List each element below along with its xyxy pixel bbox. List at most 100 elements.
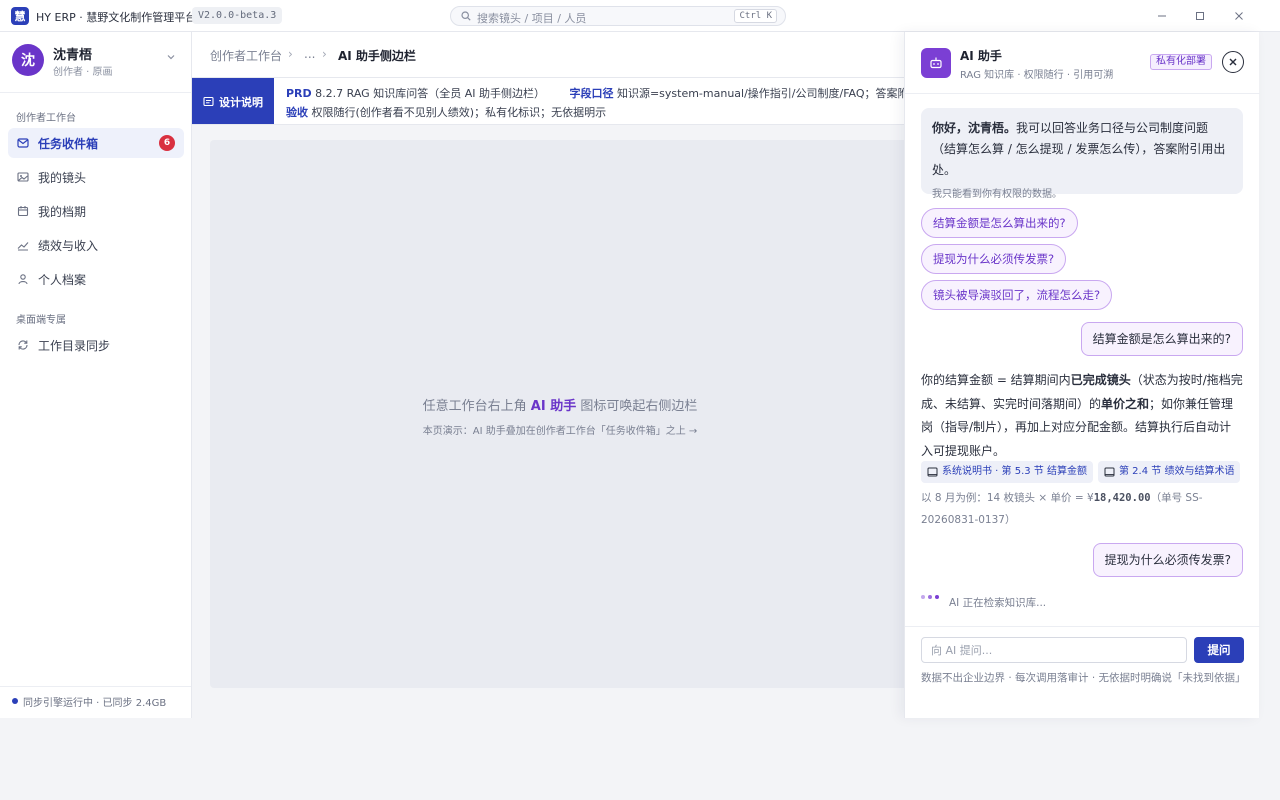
canvas-hint: 任意工作台右上角 AI 助手 图标可唤起右侧边栏 (210, 395, 910, 414)
chevron-right-icon: › (288, 47, 293, 61)
hint-suffix: 图标可唤起右侧边栏 (580, 399, 698, 414)
citation-label: 系统说明书 · 第 5.3 节 结算金额 (942, 466, 1087, 477)
divider (905, 626, 1260, 627)
design-note-tag: 设计说明 (192, 78, 274, 124)
user-name: 沈青梧 (53, 48, 93, 63)
ai-question-input[interactable] (921, 637, 1187, 663)
design-note-line-2: 验收 权限随行(创作者看不见别人绩效)；私有化标识；无依据明示 (286, 104, 606, 120)
close-panel-button[interactable] (1222, 51, 1244, 73)
calendar-icon (17, 206, 29, 217)
design-note-bar: 设计说明 PRD 8.2.7 RAG 知识库问答（全员 AI 助手侧边栏） 字段… (192, 78, 904, 125)
close-icon[interactable] (1229, 6, 1249, 26)
private-deploy-badge: 私有化部署 (1150, 54, 1212, 70)
citation-link[interactable]: 系统说明书 · 第 5.3 节 结算金额 (921, 461, 1093, 483)
citation-link[interactable]: 第 2.4 节 绩效与结算术语 (1098, 461, 1241, 483)
acceptance-text: 权限随行(创作者看不见别人绩效)；私有化标识；无依据明示 (311, 106, 607, 119)
chart-icon (17, 242, 29, 251)
sidebar-item-label: 我的档期 (38, 205, 87, 219)
robot-icon (921, 48, 951, 78)
sync-status: 同步引擎运行中 · 已同步 2.4GB (23, 698, 167, 709)
sidebar-item-label: 任务收件箱 (38, 137, 99, 151)
global-search[interactable]: 搜索镜头 / 项目 / 人员 Ctrl K (450, 6, 786, 26)
greeting-text: 你好，沈青梧。我可以回答业务口径与公司制度问题（结算怎么算 / 怎么提现 / 发… (932, 118, 1232, 181)
sidebar-item-my-shots[interactable]: 我的镜头 (8, 162, 184, 192)
image-icon (17, 172, 29, 182)
sync-icon (18, 340, 28, 350)
ai-title: AI 助手 (960, 49, 1002, 63)
example-amount: 18,420.00 (1093, 492, 1151, 504)
sidebar-item-label: 个人档案 (38, 273, 87, 287)
ai-panel-header: AI 助手 RAG 知识库 · 权限随行 · 引用可溯 私有化部署 (905, 32, 1260, 94)
ai-answer: 你的结算金额 = 结算期间内已完成镜头（状态为按时/拖档完成、未结算、实完时间落… (921, 369, 1243, 463)
typing-status: AI 正在检索知识库... (949, 597, 1047, 609)
ai-disclaimer: 数据不出企业边界 · 每次调用落审计 · 无依据时明确说「未找到依据」 (921, 672, 1246, 684)
sidebar-item-label: 工作目录同步 (38, 339, 111, 353)
avatar[interactable]: 沈 (12, 44, 44, 76)
canvas-sub-hint: 本页演示：AI 助手叠加在创作者工作台「任务收件箱」之上 → (422, 426, 698, 437)
sidebar-item-performance[interactable]: 绩效与收入 (8, 230, 184, 260)
sidebar-item-label: 绩效与收入 (38, 239, 99, 253)
chevron-down-icon[interactable] (166, 52, 176, 62)
greeting-note: 我只能看到你有权限的数据。 (932, 189, 1062, 200)
prd-label: PRD (286, 87, 312, 100)
ai-subtitle: RAG 知识库 · 权限随行 · 引用可溯 (960, 70, 1114, 81)
hint-prefix: 任意工作台右上角 (422, 399, 527, 414)
sync-status-dot (12, 698, 18, 704)
design-note-line-1: PRD 8.2.7 RAG 知识库问答（全员 AI 助手侧边栏） 字段口径 知识… (286, 85, 904, 101)
main-header: 创作者工作台 › ... › AI 助手侧边栏 (192, 32, 904, 78)
suggestion-chip[interactable]: 镜头被导演驳回了，流程怎么走? (921, 280, 1113, 310)
workbench-canvas: 任意工作台右上角 AI 助手 图标可唤起右侧边栏 本页演示：AI 助手叠加在创作… (210, 140, 910, 688)
app-title: HY ERP · 慧野文化制作管理平台 (36, 11, 197, 24)
breadcrumb-root[interactable]: 创作者工作台 (210, 47, 282, 64)
section-creator-workbench: 创作者工作台 (16, 113, 76, 124)
document-icon (203, 96, 214, 107)
app-logo: 慧 (11, 7, 29, 25)
sidebar: 沈 沈青梧 创作者 · 原画 创作者工作台 任务收件箱 6 我的镜头 我的档期 … (0, 32, 192, 718)
breadcrumb-ellipsis[interactable]: ... (304, 47, 315, 61)
typing-indicator (921, 595, 939, 599)
user-message: 提现为什么必须传发票? (1092, 543, 1243, 577)
sidebar-item-my-schedule[interactable]: 我的档期 (8, 196, 184, 226)
acceptance-label: 验收 (286, 106, 308, 119)
example-text: 以 8 月为例：14 枚镜头 × 单价 = ¥ (921, 492, 1094, 504)
sidebar-item-label: 我的镜头 (38, 171, 87, 185)
design-note-label: 设计说明 (219, 95, 263, 109)
ask-button[interactable]: 提问 (1194, 637, 1244, 663)
user-icon (18, 274, 28, 285)
answer-bold: 已完成镜头 (1070, 373, 1131, 387)
search-shortcut: Ctrl K (734, 9, 777, 23)
count-badge: 6 (159, 135, 175, 151)
prd-text: 8.2.7 RAG 知识库问答（全员 AI 助手侧边栏） (315, 87, 545, 100)
chevron-right-icon: › (322, 47, 327, 61)
search-placeholder: 搜索镜头 / 项目 / 人员 (477, 12, 587, 25)
suggestion-chip[interactable]: 提现为什么必须传发票? (921, 244, 1067, 274)
user-message: 结算金额是怎么算出来的? (1080, 322, 1243, 356)
minimize-icon[interactable] (1152, 6, 1172, 26)
field-text: 知识源=system-manual/操作指引/公司制度/FAQ；答案附引用出处 (616, 87, 904, 100)
version-badge: V2.0.0-beta.3 (192, 7, 283, 24)
sidebar-item-workdir-sync[interactable]: 工作目录同步 (8, 330, 184, 360)
divider (0, 92, 191, 93)
sidebar-item-profile[interactable]: 个人档案 (8, 264, 184, 294)
search-icon (461, 11, 471, 21)
answer-example: 以 8 月为例：14 枚镜头 × 单价 = ¥18,420.00（单号 SS-2… (921, 487, 1243, 531)
greeting-message: 你好，沈青梧。我可以回答业务口径与公司制度问题（结算怎么算 / 怎么提现 / 发… (921, 108, 1243, 200)
citation-label: 第 2.4 节 绩效与结算术语 (1119, 466, 1235, 477)
divider (0, 686, 191, 687)
title-bar: 慧 HY ERP · 慧野文化制作管理平台 V2.0.0-beta.3 搜索镜头… (0, 0, 1280, 32)
field-label: 字段口径 (569, 87, 614, 100)
greeting-bold: 你好，沈青梧。 (932, 121, 1017, 135)
hint-highlight: AI 助手 (530, 399, 577, 414)
sidebar-item-task-inbox[interactable]: 任务收件箱 6 (8, 128, 184, 158)
page-title: AI 助手侧边栏 (338, 49, 416, 63)
answer-bold: 单价之和 (1101, 396, 1150, 411)
section-desktop-only: 桌面端专属 (16, 315, 66, 326)
inbox-icon (17, 138, 29, 148)
book-icon (927, 467, 938, 477)
close-icon (1229, 58, 1237, 66)
suggestion-chip[interactable]: 结算金额是怎么算出来的? (921, 208, 1078, 238)
maximize-icon[interactable] (1190, 6, 1210, 26)
ai-assistant-panel: AI 助手 RAG 知识库 · 权限随行 · 引用可溯 私有化部署 你好，沈青梧… (904, 32, 1260, 718)
user-role: 创作者 · 原画 (53, 67, 113, 78)
answer-text: 你的结算金额 = 结算期间内 (921, 373, 1071, 387)
